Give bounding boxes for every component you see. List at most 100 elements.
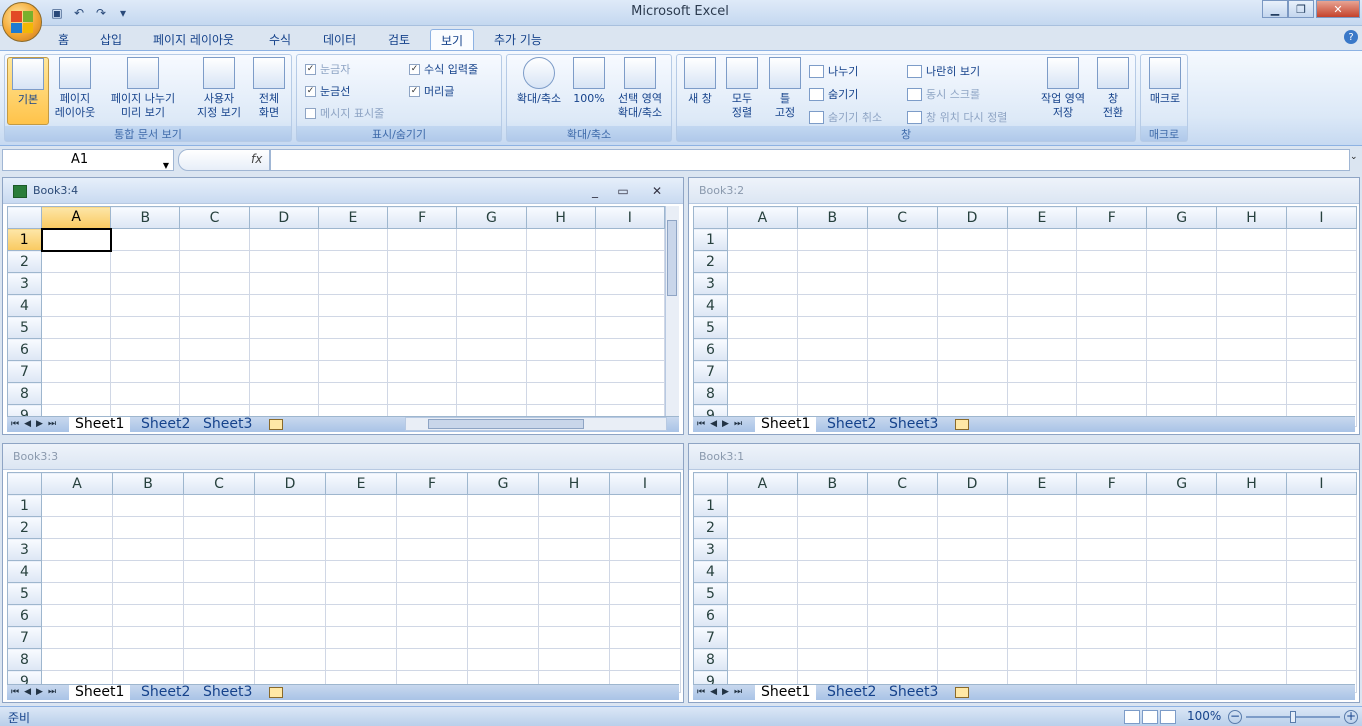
cell[interactable] xyxy=(40,250,112,273)
cell[interactable] xyxy=(40,272,112,295)
normal-view-icon[interactable] xyxy=(1124,710,1140,724)
cell[interactable] xyxy=(1076,250,1148,273)
row-header[interactable]: 8 xyxy=(7,648,42,671)
cell[interactable] xyxy=(467,516,539,539)
sheet-nav-icon[interactable]: ⏮◀▶⏭ xyxy=(11,685,61,700)
row-header[interactable]: 2 xyxy=(693,250,728,273)
cell[interactable] xyxy=(866,294,938,317)
row-header[interactable]: 6 xyxy=(693,604,728,627)
tab-insert[interactable]: 삽입 xyxy=(90,29,132,50)
cell[interactable] xyxy=(1216,538,1287,561)
cell[interactable] xyxy=(594,382,666,405)
maximize-icon[interactable]: ▭ xyxy=(615,183,631,199)
cell[interactable] xyxy=(866,582,938,605)
cell[interactable] xyxy=(936,316,1008,339)
cell[interactable] xyxy=(41,516,113,539)
cell[interactable] xyxy=(727,272,798,295)
column-header[interactable]: G xyxy=(1146,472,1218,495)
cell[interactable] xyxy=(594,272,666,295)
cell[interactable] xyxy=(1006,494,1078,517)
cell[interactable] xyxy=(796,294,868,317)
row-header[interactable]: 5 xyxy=(693,582,728,605)
sheet-tab[interactable]: Sheet3 xyxy=(197,417,258,433)
sheet-tab[interactable]: Sheet1 xyxy=(69,417,131,433)
cell[interactable] xyxy=(387,360,458,383)
cell[interactable] xyxy=(254,582,326,605)
cell[interactable] xyxy=(866,648,938,671)
sheet-tab[interactable]: Sheet1 xyxy=(755,685,817,701)
column-header[interactable]: D xyxy=(936,472,1008,495)
row-header[interactable]: 3 xyxy=(693,272,728,295)
column-header[interactable]: D xyxy=(936,206,1008,229)
cell[interactable] xyxy=(936,516,1008,539)
cell[interactable] xyxy=(41,538,113,561)
cell[interactable] xyxy=(183,582,255,605)
cell[interactable] xyxy=(387,382,458,405)
cell[interactable] xyxy=(456,338,527,361)
cell[interactable] xyxy=(1146,294,1218,317)
cell[interactable] xyxy=(1076,294,1148,317)
cell[interactable] xyxy=(110,294,181,317)
cell[interactable] xyxy=(1076,494,1148,517)
cell[interactable] xyxy=(456,294,527,317)
cell[interactable] xyxy=(248,382,319,405)
row-header[interactable]: 2 xyxy=(7,516,42,539)
cell[interactable] xyxy=(866,228,938,251)
cell[interactable] xyxy=(1146,316,1218,339)
zoom-in-icon[interactable]: + xyxy=(1344,710,1358,724)
cell[interactable] xyxy=(254,626,326,649)
cell[interactable] xyxy=(112,604,184,627)
column-header[interactable]: F xyxy=(1076,472,1148,495)
cell[interactable] xyxy=(325,516,397,539)
cell[interactable] xyxy=(1076,316,1148,339)
column-header[interactable]: H xyxy=(1216,472,1287,495)
cell[interactable] xyxy=(866,516,938,539)
cell[interactable] xyxy=(317,272,389,295)
tab-review[interactable]: 검토 xyxy=(378,29,420,50)
cell[interactable] xyxy=(866,382,938,405)
new-window-button[interactable]: 새 창 xyxy=(681,57,719,106)
cell[interactable] xyxy=(248,338,319,361)
sheet-tab[interactable]: Sheet3 xyxy=(883,417,944,433)
row-header[interactable]: 8 xyxy=(693,648,728,671)
cell[interactable] xyxy=(179,250,250,273)
sheet-tab[interactable]: Sheet2 xyxy=(821,417,882,433)
cell[interactable] xyxy=(325,648,397,671)
page-break-view-icon[interactable] xyxy=(1160,710,1176,724)
cell[interactable] xyxy=(41,648,113,671)
row-header[interactable]: 4 xyxy=(693,560,728,583)
cell[interactable] xyxy=(110,360,181,383)
cell[interactable] xyxy=(317,360,389,383)
cell[interactable] xyxy=(727,228,798,251)
sheet-tab[interactable]: Sheet3 xyxy=(197,685,258,701)
cell[interactable] xyxy=(538,626,610,649)
cell-grid[interactable]: ABCDEFGHI123456789 xyxy=(7,472,681,693)
cell-grid[interactable]: ABCDEFGHI123456789 xyxy=(693,206,1357,427)
cell[interactable] xyxy=(1286,250,1357,273)
cell[interactable] xyxy=(179,316,250,339)
row-header[interactable]: 4 xyxy=(7,294,42,317)
cell[interactable] xyxy=(1286,360,1357,383)
cell[interactable] xyxy=(396,648,468,671)
column-header[interactable]: B xyxy=(796,472,868,495)
cell[interactable] xyxy=(179,382,250,405)
row-header[interactable]: 7 xyxy=(693,360,728,383)
vertical-scrollbar[interactable] xyxy=(665,206,679,416)
column-header[interactable]: I xyxy=(1286,472,1357,495)
cell[interactable] xyxy=(183,560,255,583)
cell[interactable] xyxy=(1286,228,1357,251)
cell[interactable] xyxy=(467,494,539,517)
cell[interactable] xyxy=(796,648,868,671)
workbook-title-bar[interactable]: Book3:4 _ ▭ ✕ xyxy=(3,178,683,204)
cell[interactable] xyxy=(727,538,798,561)
column-header[interactable]: B xyxy=(112,472,184,495)
cell[interactable] xyxy=(1216,228,1287,251)
cell[interactable] xyxy=(1076,516,1148,539)
row-header[interactable]: 1 xyxy=(693,494,728,517)
cell[interactable] xyxy=(325,560,397,583)
sheet-tab[interactable]: Sheet1 xyxy=(755,417,817,433)
cell[interactable] xyxy=(248,272,319,295)
custom-views-button[interactable]: 사용자 지정 보기 xyxy=(191,57,247,120)
cell-grid[interactable]: ABCDEFGHI123456789 xyxy=(693,472,1357,693)
column-header[interactable]: E xyxy=(1006,472,1078,495)
